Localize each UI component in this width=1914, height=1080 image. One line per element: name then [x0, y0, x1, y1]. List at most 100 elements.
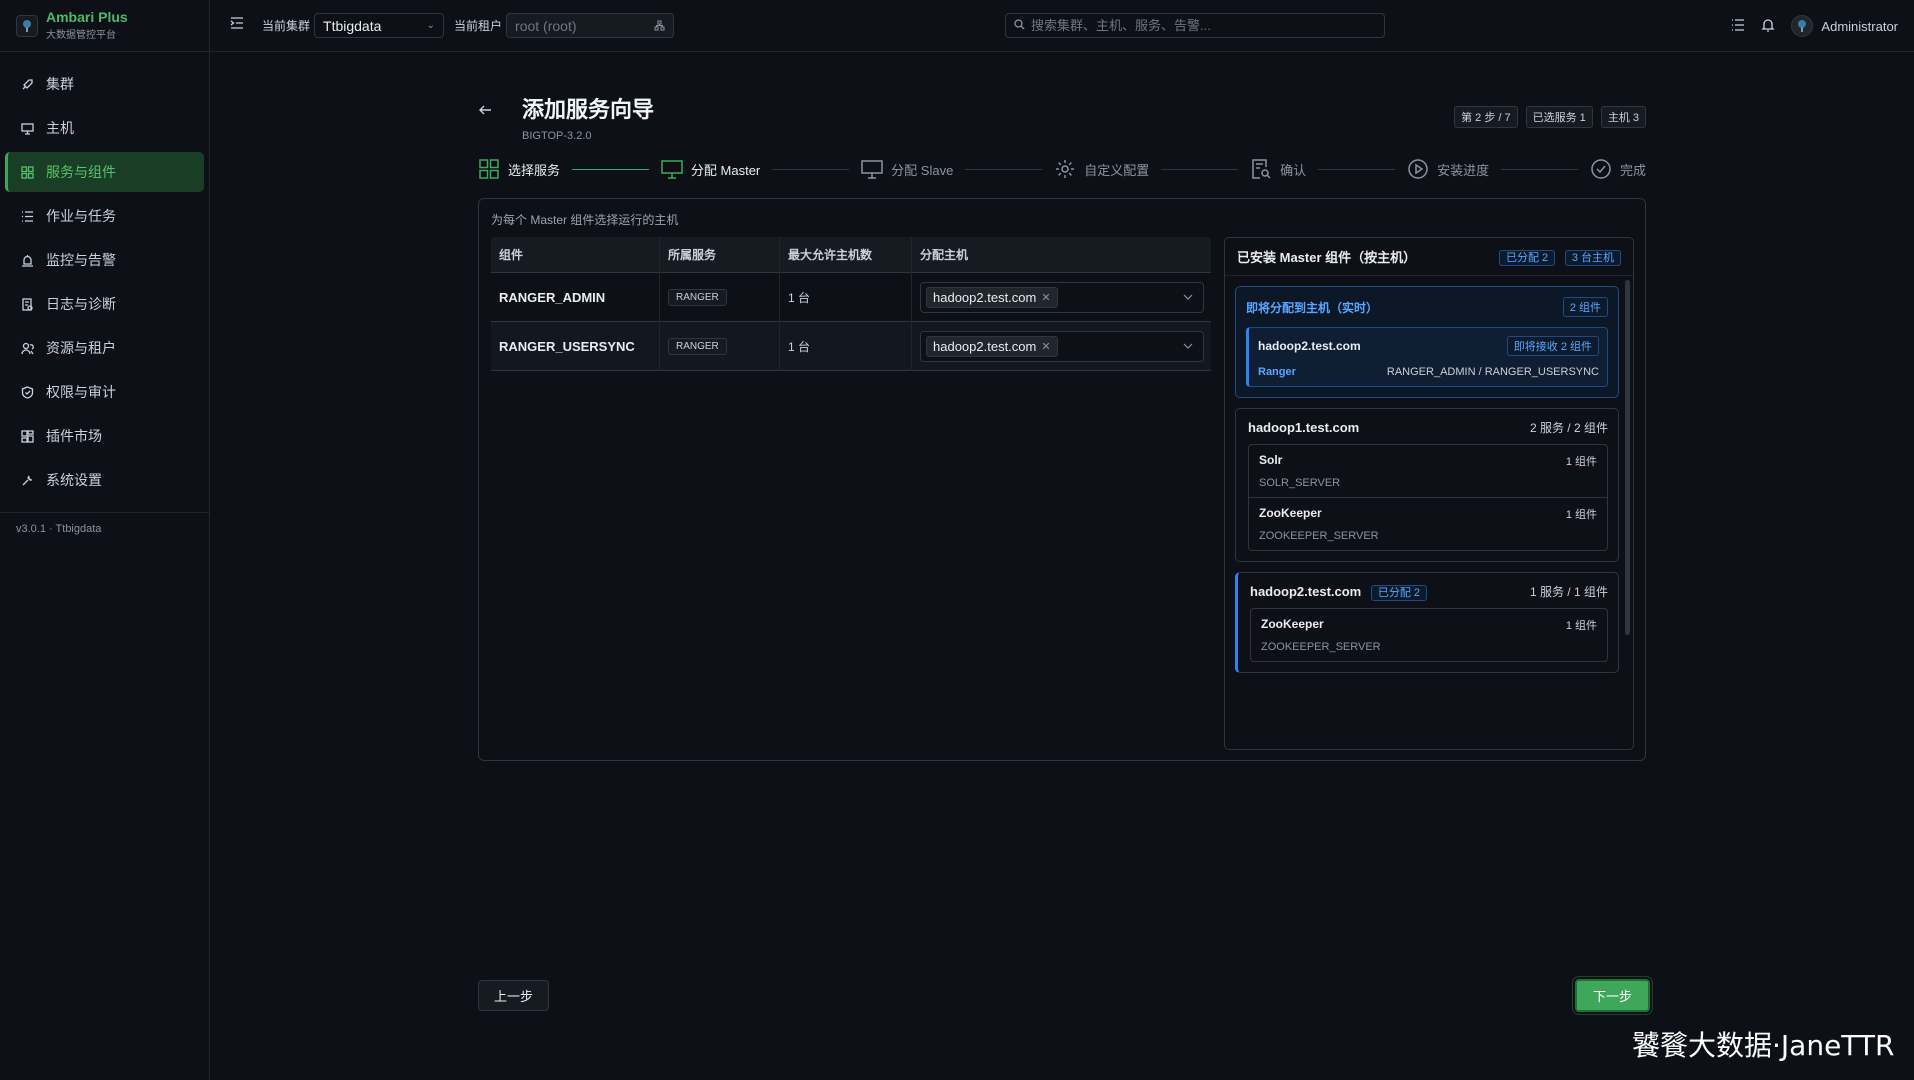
step-finish[interactable]: 完成: [1590, 158, 1646, 180]
component-name: SOLR_SERVER: [1259, 477, 1341, 489]
host-chip: hadoop2.test.com ✕: [926, 286, 1058, 308]
step-label: 自定义配置: [1084, 162, 1150, 178]
cluster-select[interactable]: Ttbigdata ⌄: [314, 13, 445, 38]
table-header: 组件 所属服务 最大允许主机数 分配主机: [491, 236, 1211, 273]
step-connector: [1501, 168, 1578, 170]
bell-icon[interactable]: [1761, 18, 1775, 35]
host-cell: hadoop2.test.com ✕: [911, 272, 1211, 322]
pending-count-tag: 2 组件: [1562, 297, 1608, 317]
installed-title: 已安装 Master 组件（按主机）: [1237, 250, 1417, 265]
tenant-label: 当前租户: [454, 19, 503, 33]
sidebar-item-settings[interactable]: 系统设置: [5, 460, 204, 500]
pending-header: 即将分配到主机（实时） 2 组件: [1246, 297, 1608, 317]
previous-step-button[interactable]: 上一步: [478, 980, 550, 1011]
user-menu[interactable]: Administrator: [1791, 15, 1898, 37]
close-icon[interactable]: ✕: [1041, 291, 1050, 304]
wizard-badges: 第 2 步 / 7 已选服务 1 主机 3: [1454, 106, 1646, 128]
next-step-button[interactable]: 下一步: [1575, 979, 1651, 1012]
pending-service-row: Ranger RANGER_ADMIN / RANGER_USERSYNC: [1258, 366, 1599, 378]
brand-name: Ambari Plus: [46, 9, 128, 25]
close-icon[interactable]: ✕: [1041, 340, 1050, 353]
service-cell: RANGER: [659, 321, 779, 371]
brand[interactable]: Ambari Plus 大数据管控平台: [0, 0, 209, 52]
sidebar-item-logs[interactable]: 日志与诊断: [5, 284, 204, 324]
sidebar-item-plugins[interactable]: 插件市场: [5, 416, 204, 456]
host-card: hadoop1.test.com 2 服务 / 2 组件 Solr 1 组件 S…: [1235, 408, 1619, 562]
chevron-down-icon: ⌄: [426, 20, 436, 31]
sidebar-item-hosts[interactable]: 主机: [5, 108, 204, 148]
page-title: 添加服务向导: [522, 97, 655, 122]
step-connector: [572, 168, 649, 170]
sidebar-item-label: 作业与任务: [46, 208, 116, 224]
installed-header: 已安装 Master 组件（按主机） 已分配 2 3 台主机: [1225, 238, 1633, 276]
instruction-text: 为每个 Master 组件选择运行的主机: [491, 213, 679, 227]
step-connector: [1318, 168, 1396, 170]
component-name: RANGER_ADMIN: [499, 289, 606, 305]
sidebar-item-cluster[interactable]: 集群: [5, 64, 204, 104]
step-select-services[interactable]: 选择服务: [478, 158, 560, 180]
sidebar-item-label: 集群: [46, 76, 74, 92]
users-icon: [20, 341, 34, 355]
back-arrow-icon[interactable]: [478, 103, 508, 122]
plugin-icon: [20, 429, 34, 443]
step-badge: 第 2 步 / 7: [1454, 106, 1518, 128]
task-list-icon[interactable]: [1731, 18, 1745, 35]
collapse-menu-icon[interactable]: [230, 16, 248, 35]
component-count: 1 组件: [1565, 456, 1597, 468]
host-select[interactable]: hadoop2.test.com ✕: [920, 281, 1204, 313]
sidebar-item-monitoring[interactable]: 监控与告警: [5, 240, 204, 280]
scrollbar[interactable]: [1625, 280, 1630, 635]
service-name: Solr: [1259, 453, 1283, 467]
list-icon: [20, 209, 34, 223]
step-assign-master[interactable]: 分配 Master: [661, 158, 760, 180]
global-search[interactable]: [1005, 13, 1385, 38]
grid-icon: [20, 165, 34, 179]
column-header: 最大允许主机数: [779, 236, 911, 273]
master-assignment-table: 组件 所属服务 最大允许主机数 分配主机 RANGER_ADMIN RANGER…: [491, 236, 1211, 371]
service-row: ZooKeeper 1 组件: [1261, 617, 1597, 633]
step-customize-config[interactable]: 自定义配置: [1054, 158, 1149, 180]
host-chip: hadoop2.test.com ✕: [926, 335, 1058, 357]
step-assign-slave[interactable]: 分配 Slave: [861, 158, 953, 180]
alarm-icon: [20, 253, 34, 267]
search-input[interactable]: [1031, 18, 1371, 33]
tenant-select[interactable]: root (root): [506, 13, 675, 38]
service-tag: RANGER: [668, 288, 727, 306]
service-row: Solr 1 组件: [1259, 453, 1597, 469]
host-select[interactable]: hadoop2.test.com ✕: [920, 330, 1204, 362]
step-label: 安装进度: [1437, 162, 1490, 178]
hierarchy-icon: [654, 18, 665, 34]
sidebar-item-label: 权限与审计: [46, 384, 116, 400]
chevron-down-icon: [1183, 340, 1193, 352]
log-icon: [20, 297, 34, 311]
host-name: hadoop1.test.com: [1248, 420, 1360, 435]
hosts-count-tag: 3 台主机: [1564, 249, 1621, 266]
service-list: ZooKeeper 1 组件 ZOOKEEPER_SERVER: [1250, 608, 1608, 662]
sidebar: Ambari Plus 大数据管控平台 集群 主机 服务与组件 作业与任务 监控…: [0, 0, 210, 1080]
component-name: ZOOKEEPER_SERVER: [1261, 641, 1381, 653]
step-label: 完成: [1619, 162, 1646, 178]
pending-components: RANGER_ADMIN / RANGER_USERSYNC: [1386, 366, 1599, 378]
pending-assignment: 即将分配到主机（实时） 2 组件 hadoop2.test.com 即将接收 2…: [1235, 286, 1619, 398]
user-name: Administrator: [1821, 18, 1898, 34]
wizard-main: 添加服务向导 BIGTOP-3.2.0 第 2 步 / 7 已选服务 1 主机 …: [478, 88, 1646, 761]
cluster-label: 当前集群: [262, 19, 311, 33]
list-item: ZooKeeper 1 组件 ZOOKEEPER_SERVER: [1251, 609, 1607, 661]
component-count: 1 组件: [1565, 509, 1597, 521]
step-install-progress[interactable]: 安装进度: [1407, 158, 1489, 180]
tenant-select-placeholder: root (root): [515, 17, 577, 34]
sidebar-item-services[interactable]: 服务与组件: [5, 152, 204, 192]
column-header: 所属服务: [659, 236, 779, 273]
sidebar-item-resources[interactable]: 资源与租户: [5, 328, 204, 368]
step-label: 分配 Slave: [891, 162, 954, 178]
table-row: RANGER_ADMIN RANGER 1 台 hadoop2.test.com…: [491, 272, 1211, 322]
service-tag: RANGER: [668, 337, 727, 355]
rocket-icon: [20, 77, 34, 91]
sidebar-item-jobs[interactable]: 作业与任务: [5, 196, 204, 236]
host-card-header: hadoop2.test.com 已分配 2 1 服务 / 1 组件: [1250, 583, 1608, 601]
step-confirm[interactable]: 确认: [1250, 158, 1306, 180]
installed-master-panel: 已安装 Master 组件（按主机） 已分配 2 3 台主机 即将分配到主机（实…: [1224, 237, 1634, 750]
topbar: 当前集群 Ttbigdata ⌄ 当前租户 root (root) Admini…: [210, 0, 1914, 52]
monitor-icon: [861, 158, 883, 180]
sidebar-item-permissions[interactable]: 权限与审计: [5, 372, 204, 412]
